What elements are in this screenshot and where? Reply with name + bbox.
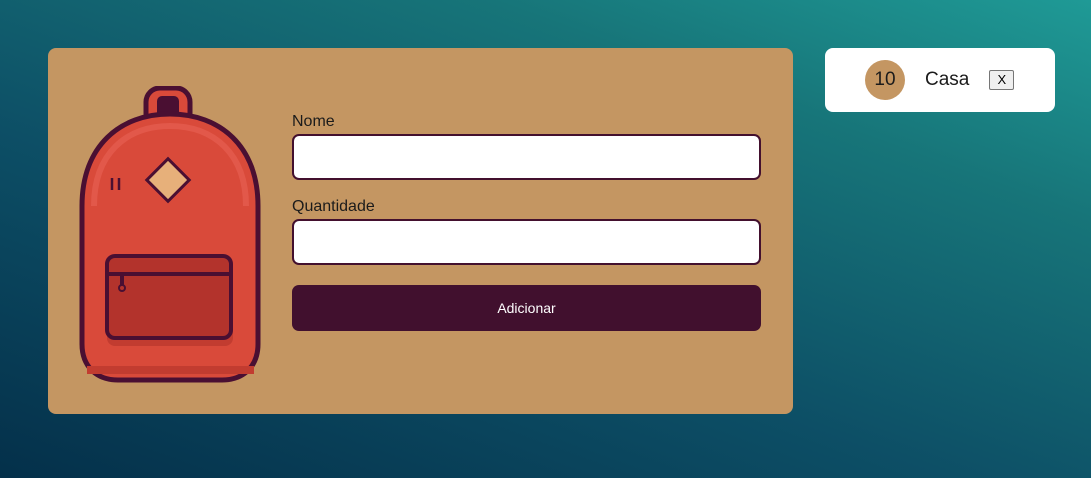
name-input[interactable] <box>292 134 761 180</box>
items-list: 10 Casa X <box>825 48 1055 112</box>
item-name: Casa <box>925 69 970 90</box>
add-item-form: Nome Quantidade Adicionar <box>292 112 761 331</box>
quantity-badge: 10 <box>865 60 905 100</box>
quantity-input[interactable] <box>292 219 761 265</box>
backpack-icon <box>78 85 262 384</box>
list-item: 10 Casa X <box>825 48 1055 112</box>
name-label: Nome <box>292 113 335 130</box>
add-button[interactable]: Adicionar <box>292 285 761 331</box>
remove-item-button[interactable]: X <box>989 70 1015 90</box>
add-item-card: Nome Quantidade Adicionar <box>48 48 793 414</box>
quantity-label: Quantidade <box>292 198 375 215</box>
